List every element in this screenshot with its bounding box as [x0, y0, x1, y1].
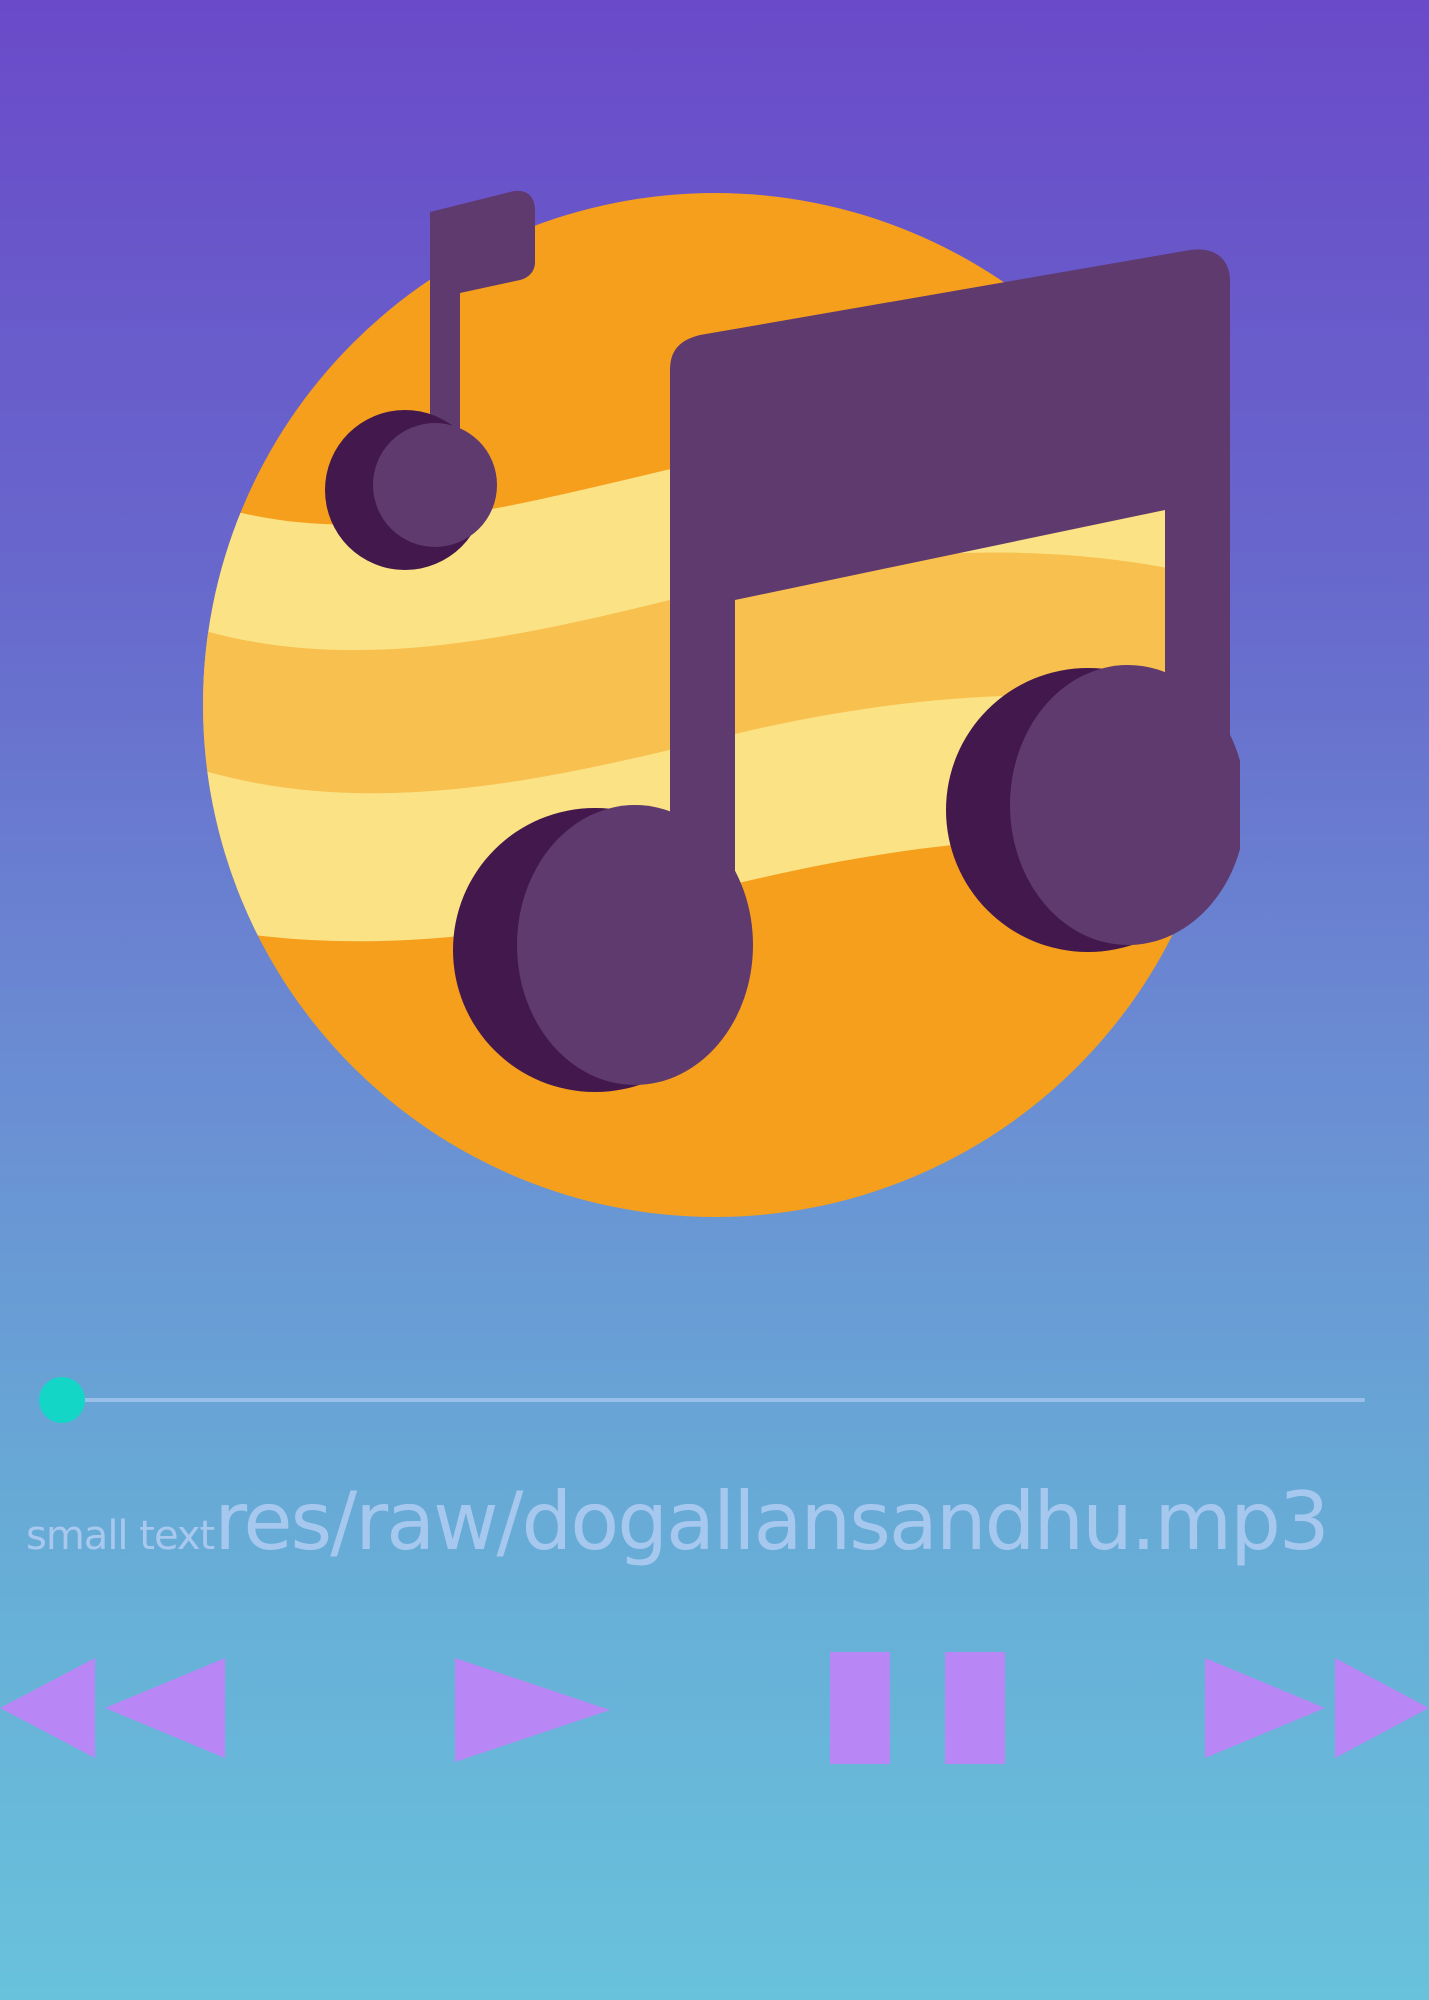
track-info: small textres/raw/dogallansandhu.mp3 [26, 1475, 1429, 1585]
play-button[interactable] [450, 1640, 615, 1780]
music-player-screen: small textres/raw/dogallansandhu.mp3 [0, 0, 1429, 2000]
seek-bar[interactable] [39, 1375, 1365, 1425]
pause-icon [830, 1652, 1005, 1764]
music-note-icon [203, 190, 1240, 1217]
pause-button[interactable] [825, 1640, 1010, 1780]
small-text-label: small text [26, 1513, 215, 1559]
rewind-button[interactable] [0, 1640, 230, 1780]
fast-forward-button[interactable] [1200, 1640, 1429, 1780]
seek-thumb[interactable] [39, 1377, 85, 1423]
fast-forward-icon [1205, 1658, 1429, 1758]
file-path-label: res/raw/dogallansandhu.mp3 [214, 1475, 1330, 1568]
play-icon [455, 1658, 610, 1762]
playback-controls [0, 1640, 1429, 1780]
rewind-icon [0, 1658, 225, 1758]
seek-track[interactable] [62, 1398, 1365, 1402]
album-art [190, 180, 1240, 1230]
